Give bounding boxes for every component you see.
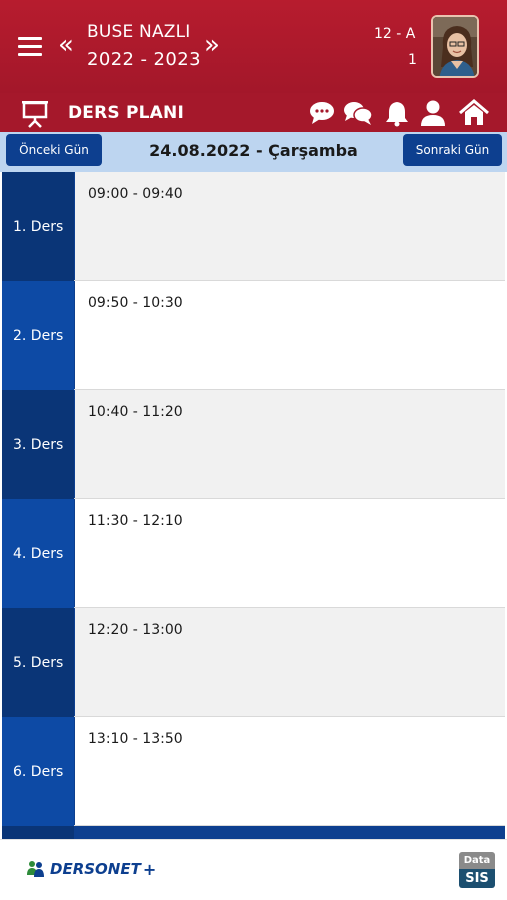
lesson-cell[interactable]: 09:50 - 10:30 bbox=[75, 281, 505, 389]
menu-icon[interactable] bbox=[18, 37, 42, 57]
previous-day-button[interactable]: Önceki Gün bbox=[6, 134, 102, 166]
lesson-label: 4. Ders bbox=[2, 499, 74, 608]
double-chevron-right-icon[interactable]: » bbox=[204, 30, 220, 60]
lesson-cell[interactable]: 13:10 - 13:50 bbox=[75, 717, 505, 825]
chat-bubbles-icon[interactable] bbox=[342, 99, 374, 127]
avatar[interactable] bbox=[431, 15, 479, 78]
logo-text: DERSONET bbox=[50, 860, 141, 878]
list-item: 2. Ders 09:50 - 10:30 bbox=[2, 281, 505, 390]
datasis-top-text: Data bbox=[459, 852, 495, 869]
class-name: 12 - A bbox=[374, 26, 416, 42]
lesson-label: 3. Ders bbox=[2, 390, 74, 499]
lesson-label bbox=[2, 826, 74, 839]
lesson-cell[interactable] bbox=[75, 830, 505, 839]
list-item: 3. Ders 10:40 - 11:20 bbox=[2, 390, 505, 499]
logo-plus: + bbox=[142, 859, 157, 879]
lesson-time: 13:10 - 13:50 bbox=[88, 731, 183, 747]
presentation-board-icon bbox=[20, 98, 50, 128]
app-header: « BUSE NAZLI 2022 - 2023 » 12 - A 1 bbox=[0, 0, 507, 93]
date-navigation: 24.08.2022 - Çarşamba Önceki Gün Sonraki… bbox=[0, 132, 507, 172]
sub-header: DERS PLANI bbox=[0, 93, 507, 132]
people-icon bbox=[27, 861, 44, 877]
student-name: BUSE NAZLI bbox=[87, 22, 191, 42]
home-icon[interactable] bbox=[459, 99, 489, 127]
lesson-time: 11:30 - 12:10 bbox=[88, 513, 183, 529]
datasis-logo[interactable]: Data SIS bbox=[459, 852, 495, 888]
list-item: 1. Ders 09:00 - 09:40 bbox=[2, 172, 505, 281]
lesson-label: 1. Ders bbox=[2, 172, 74, 281]
list-item: 6. Ders 13:10 - 13:50 bbox=[2, 717, 505, 826]
lesson-cell[interactable]: 10:40 - 11:20 bbox=[75, 390, 505, 498]
page-title: DERS PLANI bbox=[68, 103, 184, 123]
lesson-time: 09:50 - 10:30 bbox=[88, 295, 183, 311]
lesson-cell[interactable]: 12:20 - 13:00 bbox=[75, 608, 505, 716]
double-chevron-left-icon[interactable]: « bbox=[58, 30, 74, 60]
lesson-time: 12:20 - 13:00 bbox=[88, 622, 183, 638]
lesson-cell[interactable]: 11:30 - 12:10 bbox=[75, 499, 505, 607]
user-icon[interactable] bbox=[420, 99, 446, 127]
footer: DERSONET + Data SIS bbox=[0, 839, 507, 900]
lesson-label: 5. Ders bbox=[2, 608, 74, 717]
list-item: 5. Ders 12:20 - 13:00 bbox=[2, 608, 505, 717]
bell-icon[interactable] bbox=[384, 99, 410, 127]
lesson-list: 1. Ders 09:00 - 09:40 2. Ders 09:50 - 10… bbox=[2, 172, 505, 839]
next-day-button[interactable]: Sonraki Gün bbox=[403, 134, 502, 166]
list-item: 4. Ders 11:30 - 12:10 bbox=[2, 499, 505, 608]
datasis-bottom-text: SIS bbox=[459, 869, 495, 888]
school-year: 2022 - 2023 bbox=[87, 49, 201, 70]
chat-bubble-icon[interactable] bbox=[308, 99, 336, 127]
dersonet-logo[interactable]: DERSONET + bbox=[26, 856, 156, 882]
lesson-time: 10:40 - 11:20 bbox=[88, 404, 183, 420]
list-item bbox=[2, 826, 505, 839]
class-number: 1 bbox=[408, 52, 417, 68]
lesson-cell[interactable]: 09:00 - 09:40 bbox=[75, 172, 505, 280]
lesson-label: 6. Ders bbox=[2, 717, 74, 826]
lesson-label: 2. Ders bbox=[2, 281, 74, 390]
lesson-time: 09:00 - 09:40 bbox=[88, 186, 183, 202]
